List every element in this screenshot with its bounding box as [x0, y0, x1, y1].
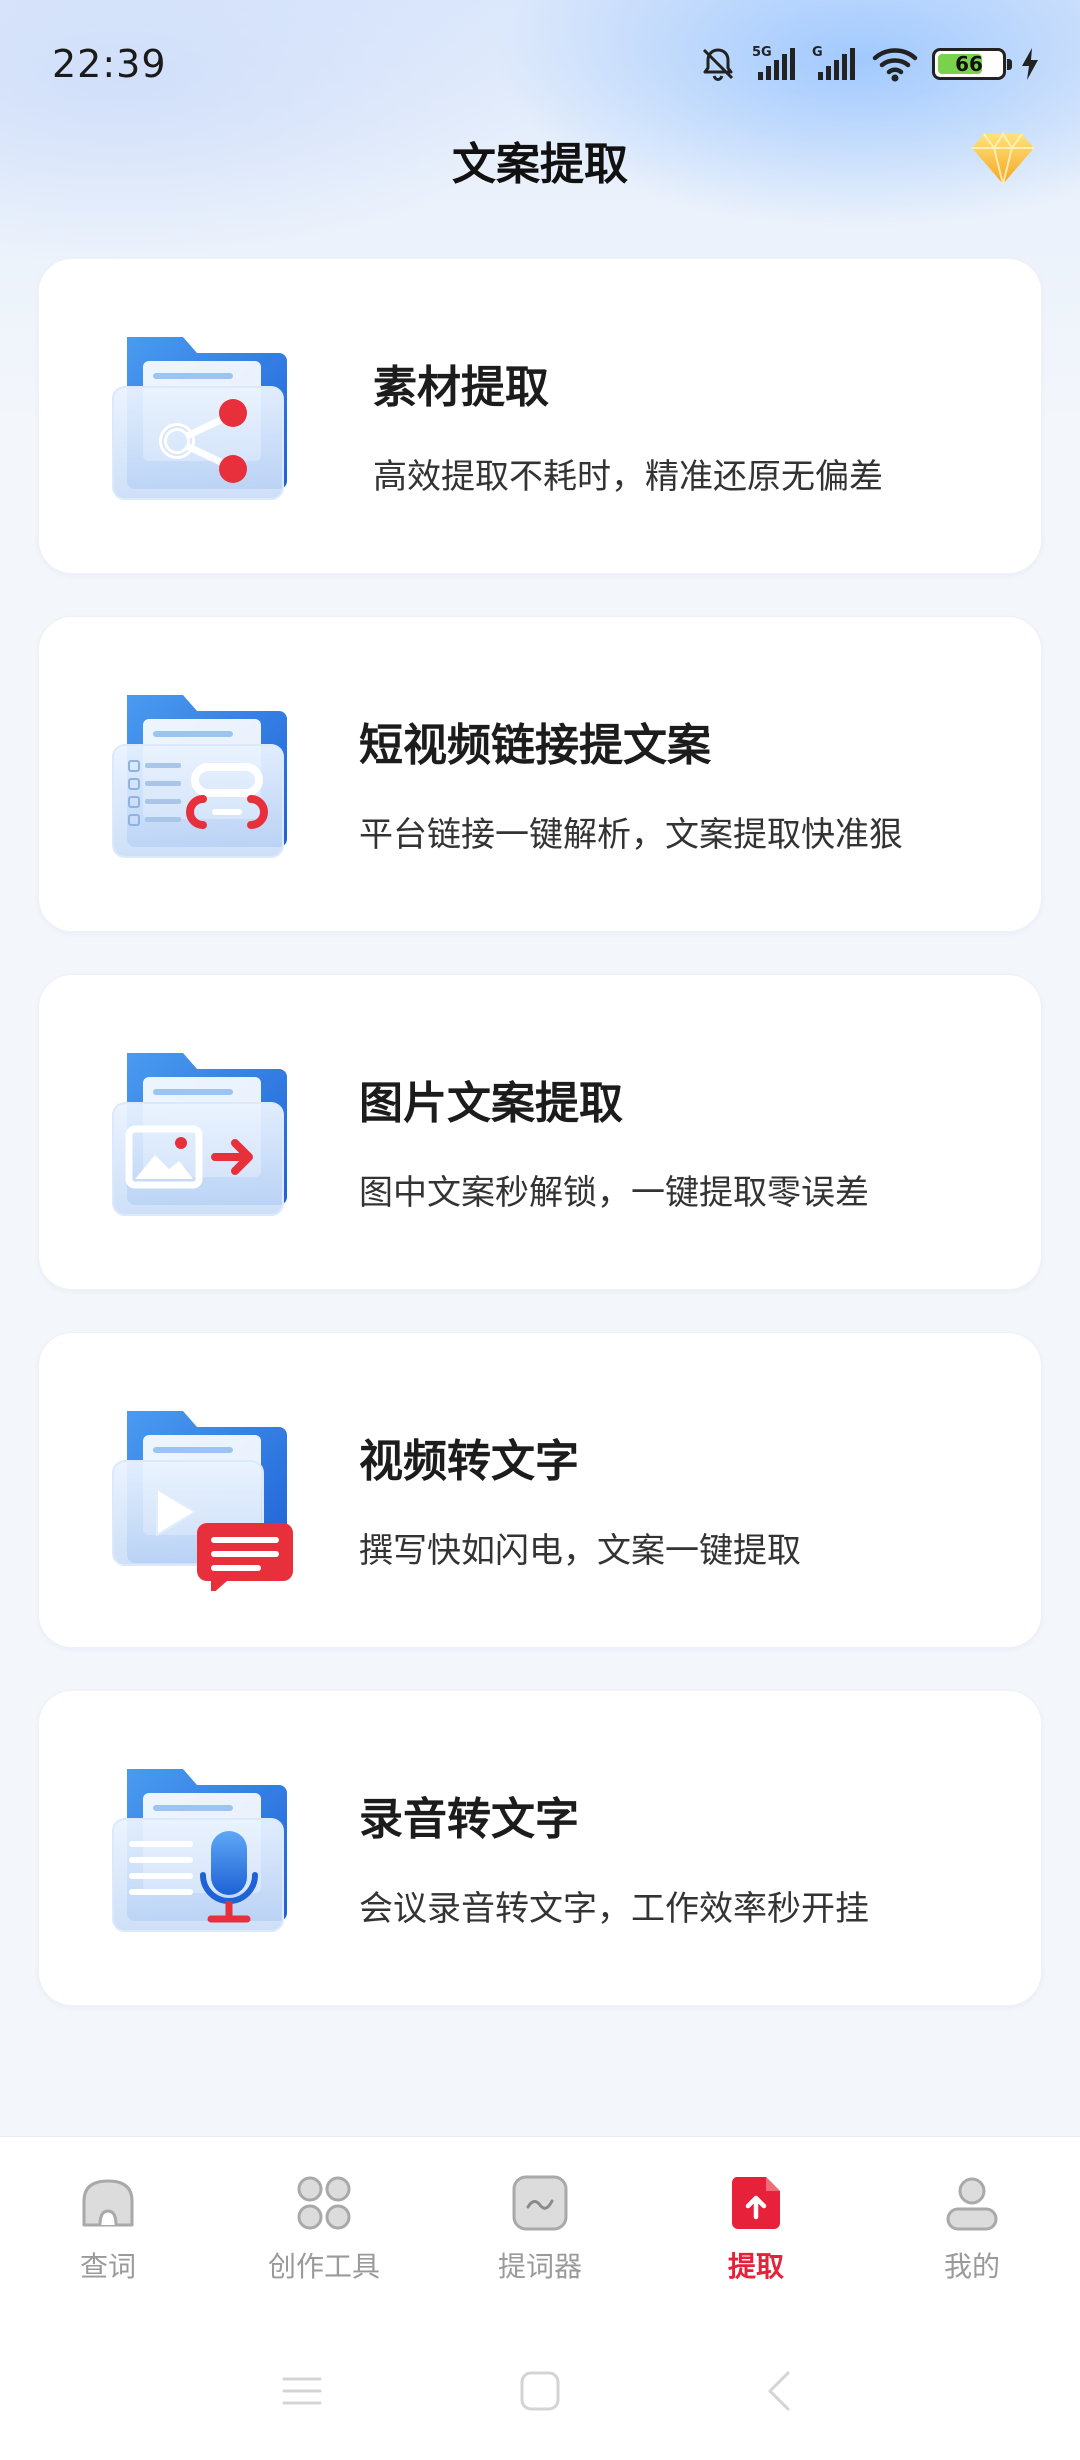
card-text: 录音转文字 会议录音转文字，工作效率秒开挂	[359, 1783, 869, 1930]
back-icon[interactable]	[758, 2369, 802, 2413]
nav-label: 查词	[79, 2250, 136, 2283]
card-description: 会议录音转文字，工作效率秒开挂	[359, 1889, 869, 1929]
card-title: 视频转文字	[359, 1436, 579, 1487]
home-square-icon[interactable]	[518, 2369, 562, 2413]
status-bar: 22:39 5G G 66	[0, 0, 1080, 130]
card-short-video-link[interactable]: 短视频链接提文案 平台链接一键解析，文案提取快准狠	[38, 616, 1042, 932]
folder-image-icon	[112, 1053, 287, 1216]
bottom-nav: 查词 创作工具 提词器 提取 我的	[0, 2136, 1080, 2460]
mute-bell-icon	[702, 48, 734, 82]
page-title: 文案提取	[452, 139, 628, 190]
card-text: 短视频链接提文案 平台链接一键解析，文案提取快准狠	[359, 709, 903, 856]
wifi-icon	[872, 48, 918, 82]
card-material-extract[interactable]: 素材提取 高效提取不耗时，精准还原无偏差	[38, 258, 1042, 574]
user-icon	[946, 2177, 998, 2231]
nav-label: 提词器	[497, 2250, 582, 2283]
card-description: 平台链接一键解析，文案提取快准狠	[359, 815, 903, 855]
folder-mic-icon	[112, 1769, 287, 1932]
folder-chain-icon	[112, 695, 287, 858]
page-header: 文案提取	[0, 120, 1080, 200]
signal-g-icon: G	[812, 45, 855, 80]
folder-video-icon	[112, 1411, 293, 1591]
card-title: 图片文案提取	[359, 1078, 623, 1129]
signal-5g-icon: 5G	[752, 45, 795, 80]
nav-item-lookup[interactable]: 查词	[0, 2173, 216, 2317]
card-image-text-extract[interactable]: 图片文案提取 图中文案秒解锁，一键提取零误差	[38, 974, 1042, 1290]
card-title: 素材提取	[373, 362, 549, 413]
nav-item-mine[interactable]: 我的	[864, 2173, 1080, 2317]
nav-item-extract[interactable]: 提取	[648, 2173, 864, 2317]
svg-text:G: G	[812, 45, 823, 60]
status-icons: 5G G 66	[698, 44, 1040, 84]
card-title: 录音转文字	[359, 1794, 579, 1845]
charging-icon	[1022, 48, 1038, 80]
system-navigation-bar	[0, 2369, 1080, 2429]
clock: 22:39	[52, 42, 167, 86]
card-description: 撰写快如闪电，文案一键提取	[359, 1531, 801, 1571]
nav-label: 我的	[943, 2250, 1000, 2283]
menu-icon[interactable]	[280, 2369, 324, 2413]
folder-link-icon	[112, 337, 287, 500]
home-icon	[82, 2179, 134, 2227]
nav-label: 提取	[727, 2250, 784, 2283]
nav-item-creation-tools[interactable]: 创作工具	[216, 2173, 432, 2317]
nav-label: 创作工具	[267, 2250, 380, 2283]
card-description: 图中文案秒解锁，一键提取零误差	[359, 1173, 869, 1213]
card-video-to-text[interactable]: 视频转文字 撰写快如闪电，文案一键提取	[38, 1332, 1042, 1648]
card-description: 高效提取不耗时，精准还原无偏差	[373, 457, 883, 497]
nav-item-teleprompter[interactable]: 提词器	[432, 2173, 648, 2317]
card-title: 短视频链接提文案	[359, 720, 711, 771]
card-text: 视频转文字 撰写快如闪电，文案一键提取	[359, 1425, 801, 1572]
extract-icon	[731, 2177, 780, 2229]
grid-icon	[297, 2176, 351, 2230]
feature-card-list: 素材提取 高效提取不耗时，精准还原无偏差 短视频链接提文案 平台链接一键解析，文…	[38, 258, 1042, 2048]
battery-icon: 66	[932, 48, 1012, 80]
prompter-icon	[512, 2175, 568, 2231]
diamond-icon[interactable]	[970, 130, 1036, 186]
card-text: 素材提取 高效提取不耗时，精准还原无偏差	[373, 351, 883, 498]
svg-text:5G: 5G	[752, 45, 772, 60]
card-text: 图片文案提取 图中文案秒解锁，一键提取零误差	[359, 1067, 869, 1214]
card-audio-to-text[interactable]: 录音转文字 会议录音转文字，工作效率秒开挂	[38, 1690, 1042, 2006]
